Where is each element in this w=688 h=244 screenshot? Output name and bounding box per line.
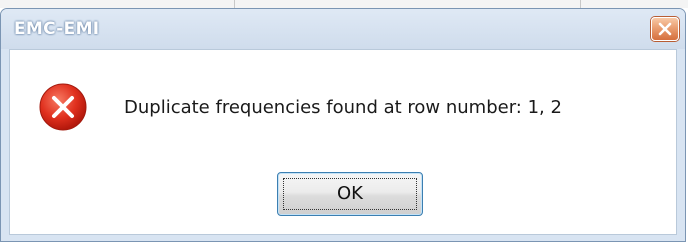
ok-button-label: OK xyxy=(337,183,363,204)
dialog-title: EMC-EMI xyxy=(14,19,100,39)
background-window-strip xyxy=(0,0,688,8)
close-icon xyxy=(658,22,672,36)
close-button[interactable] xyxy=(651,17,679,41)
background-separator xyxy=(234,0,235,8)
title-bar[interactable]: EMC-EMI xyxy=(1,9,685,49)
ok-button[interactable]: OK xyxy=(277,172,423,216)
background-separator xyxy=(580,0,581,8)
dialog-body: Duplicate frequencies found at row numbe… xyxy=(9,49,677,235)
error-message: Duplicate frequencies found at row numbe… xyxy=(124,97,562,118)
error-dialog: EMC-EMI Duplicate frequencies found at r… xyxy=(0,8,686,242)
error-icon xyxy=(39,83,87,131)
